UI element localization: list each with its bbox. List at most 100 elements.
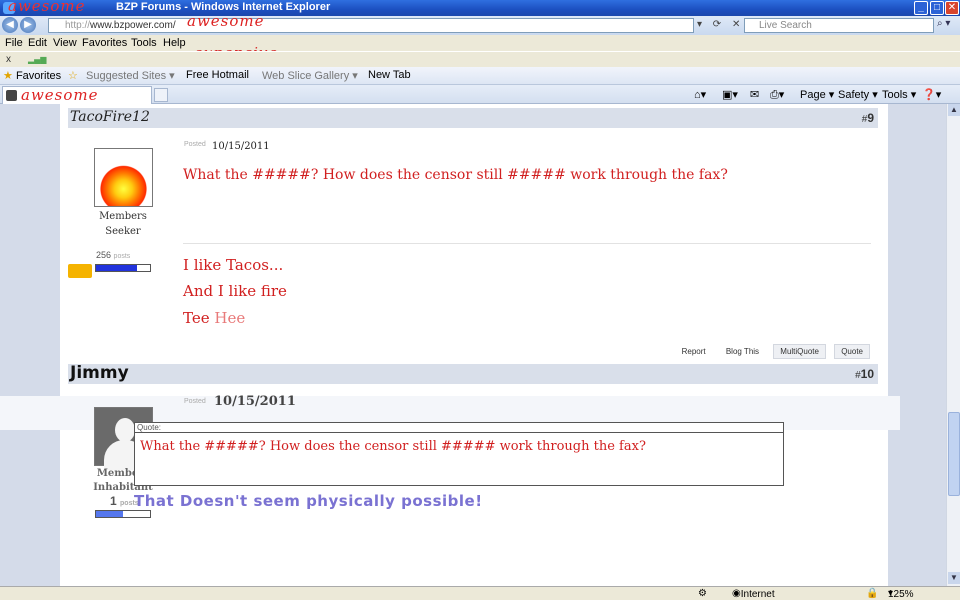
help-icon[interactable]: ❓▾ [922,88,941,101]
avatar-head [115,418,135,442]
address-input[interactable]: http://www.bzpower.com/ awesome [48,12,694,33]
title-bar: awesome BZP Forums - Windows Internet Ex… [0,0,960,16]
tools-menu[interactable]: Tools ▾ [882,88,916,101]
quote-box: Quote: What the #####? How does the cens… [134,422,784,486]
suggested-sites-link[interactable]: Suggested Sites ▾ [86,69,175,82]
post-message: What the #####? How does the censor stil… [183,167,728,183]
home-icon[interactable]: ⌂▾ [694,88,706,101]
post-username[interactable]: Jimmy [70,363,129,383]
address-actions[interactable]: ▾ ⟳ ✕ [697,19,744,30]
post-date: 10/15/2011 [214,394,296,409]
safety-menu[interactable]: Safety ▾ [838,88,878,101]
internet-zone: ◉ Internet [732,588,775,600]
post-progress-bar [95,264,151,272]
menu-view[interactable]: View [53,37,77,49]
post-count-value: 1 [110,494,117,508]
forward-arrow-icon[interactable]: ▶ [20,17,36,33]
post-username[interactable]: TacoFire12 [70,109,150,125]
post-number-value: 10 [860,367,874,381]
signature-hee: Hee [214,309,246,327]
rank-title: Seeker [105,226,141,237]
url-text: www.bzpower.com/ [90,20,176,31]
mail-icon[interactable]: ✉ [750,88,759,101]
blog-this-button[interactable]: Blog This [720,345,765,358]
lock-icon: 🔒 [866,588,879,599]
post-header: TacoFire12 #9 [68,108,878,128]
left-gutter [0,104,60,586]
reply-message: That Doesn't seem physically possible! [134,492,483,510]
close-icon[interactable]: x [6,54,11,65]
star-icon: ★ [3,70,13,82]
post-number-value: 9 [867,111,874,125]
title-scribble: awesome [8,0,86,15]
quote-button[interactable]: Quote [834,344,870,359]
web-slice-link[interactable]: Web Slice Gallery ▾ [262,69,358,82]
hotmail-link[interactable]: Free Hotmail [186,69,249,81]
minimize-button[interactable]: _ [914,1,928,15]
badge-icon [68,264,92,278]
post-count: 256 posts [96,250,130,260]
close-button[interactable]: ✕ [945,1,959,15]
signature-tee: Tee [183,309,210,327]
rank-group: Members [99,211,147,222]
posted-label: Posted [184,141,206,148]
back-arrow-icon[interactable]: ◀ [2,17,18,33]
post-progress-bar [95,510,151,518]
protected-mode-icon: ⚙ [698,588,707,599]
links-row: x ▂▄▆ [0,51,960,67]
scroll-thumb[interactable] [948,412,960,496]
zoom-level[interactable]: 125% ▾ [888,588,914,600]
right-gutter [888,104,946,586]
search-icon[interactable]: ⌕ ▾ [937,18,950,29]
print-icon[interactable]: ⎙▾ [770,88,784,102]
search-input[interactable]: Live Search [744,18,934,33]
favorites-bar: ★ Favorites ☆ Suggested Sites ▾ Free Hot… [0,67,960,85]
address-scribble: awesome [187,12,265,30]
menu-tools[interactable]: Tools [131,37,157,49]
forum-post: TacoFire12 #9 Members Seeker 256 posts P… [68,108,878,360]
post-count-label: posts [113,253,131,260]
page-menu[interactable]: Page ▾ [800,88,834,101]
multiquote-button[interactable]: MultiQuote [773,344,826,359]
menu-edit[interactable]: Edit [28,37,47,49]
post-progress-fill [96,265,137,271]
report-button[interactable]: Report [676,345,712,358]
signal-icon: ▂▄▆ [28,55,47,64]
menu-file[interactable]: File [5,37,23,49]
url-scheme: http:// [65,20,91,31]
tab-row: awesome ⌂▾ ▣▾ ✉ ⎙▾ Page ▾ Safety ▾ Tools… [0,85,960,104]
zone-label: Internet [740,589,775,600]
scroll-up-icon[interactable]: ▲ [948,104,960,116]
posted-label: Posted [184,398,206,405]
address-toolbar: ◀ ▶ http://www.bzpower.com/ awesome ▾ ⟳ … [0,12,960,35]
post-date: 10/15/2011 [212,141,270,152]
post-progress-fill [96,511,123,517]
signature-line: Tee Hee [183,309,245,327]
zoom-value: 125% [888,589,914,600]
post-actions: Report Blog This MultiQuote Quote [670,344,870,359]
status-bar: ⚙ ◉ Internet 🔒 125% ▾ [0,586,960,600]
add-favorite-icon[interactable]: ☆ [68,69,78,82]
menu-favorites[interactable]: Favorites [82,37,127,49]
menu-bar: File Edit View Favorites Tools Help [0,35,960,51]
tab-bzp-forums[interactable]: awesome [2,86,152,104]
signature-line: And I like fire [183,282,287,300]
maximize-button[interactable]: □ [930,1,944,15]
post-count-value: 256 [96,250,112,260]
favorites-label: Favorites [15,70,62,82]
feeds-icon[interactable]: ▣▾ [722,88,738,101]
quote-label: Quote: [135,423,783,433]
bzp-favicon-icon [6,90,17,101]
signature-divider [183,243,871,244]
favorites-button[interactable]: ★ Favorites [3,69,61,82]
tab-scribble: awesome [21,86,99,104]
signature-line: I like Tacos... [183,256,284,274]
post-number[interactable]: #10 [855,367,874,381]
avatar[interactable] [94,148,153,207]
scroll-down-icon[interactable]: ▼ [948,572,960,584]
new-tab-button[interactable] [154,88,168,102]
vertical-scrollbar[interactable]: ▲ ▼ [946,104,960,586]
post-number[interactable]: #9 [862,111,874,125]
menu-help[interactable]: Help [163,37,186,49]
new-tab-link[interactable]: New Tab [368,69,411,81]
